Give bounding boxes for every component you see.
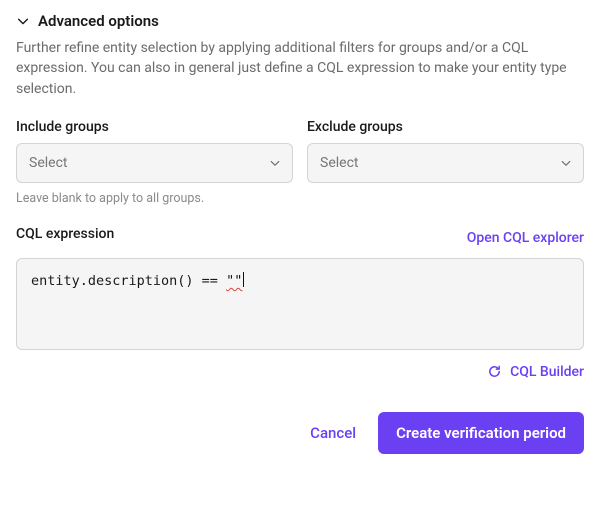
advanced-options-header[interactable]: Advanced options [16, 12, 584, 30]
text-caret [243, 272, 244, 287]
section-title: Advanced options [38, 12, 159, 30]
refresh-icon [487, 364, 502, 379]
cql-label: CQL expression [16, 226, 114, 242]
cancel-button[interactable]: Cancel [306, 414, 360, 452]
cql-code-prefix: entity.description() == [31, 273, 226, 289]
cql-builder-link[interactable]: CQL Builder [510, 364, 584, 380]
include-groups-select[interactable] [16, 143, 293, 183]
cql-code-quoted: "" [226, 273, 242, 289]
section-description: Further refine entity selection by apply… [16, 38, 584, 99]
include-groups-field: Include groups [16, 119, 293, 183]
exclude-groups-select[interactable] [307, 143, 584, 183]
open-cql-explorer-link[interactable]: Open CQL explorer [467, 230, 584, 246]
include-groups-label: Include groups [16, 119, 293, 135]
exclude-groups-label: Exclude groups [307, 119, 584, 135]
chevron-down-icon [16, 14, 30, 28]
groups-hint: Leave blank to apply to all groups. [16, 191, 584, 206]
cql-expression-input[interactable]: entity.description() == "" [16, 258, 584, 350]
create-verification-period-button[interactable]: Create verification period [378, 412, 584, 454]
exclude-groups-field: Exclude groups [307, 119, 584, 183]
footer-actions: Cancel Create verification period [16, 412, 584, 454]
